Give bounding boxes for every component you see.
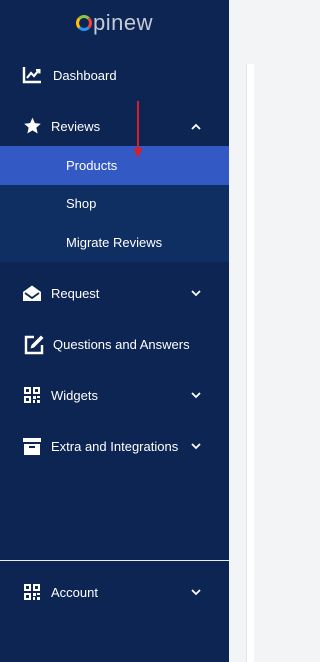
- edit-square-icon: [23, 333, 45, 355]
- envelope-open-icon: [21, 282, 43, 304]
- submenu-item-migrate-reviews[interactable]: Migrate Reviews: [0, 223, 229, 262]
- sidebar-item-label: Request: [51, 285, 100, 301]
- sidebar: pinew Dashboard Reviews Products Shop Mi…: [0, 0, 229, 662]
- sidebar-item-account[interactable]: Account: [0, 575, 229, 609]
- sidebar-item-extra-and-integrations[interactable]: Extra and Integrations: [0, 429, 229, 463]
- submenu-item-label: Shop: [66, 196, 97, 211]
- qr-code-icon: [21, 581, 43, 603]
- chart-line-icon: [21, 64, 43, 86]
- qr-code-icon: [21, 384, 43, 406]
- chevron-down-icon: [189, 439, 203, 453]
- sidebar-item-label: Reviews: [51, 118, 101, 134]
- chevron-down-icon: [189, 286, 203, 300]
- brand-logo[interactable]: pinew: [0, 0, 229, 46]
- logo-text: pinew: [93, 10, 153, 35]
- chevron-up-icon: [189, 119, 203, 133]
- submenu-item-shop[interactable]: Shop: [0, 184, 229, 223]
- sidebar-divider: [0, 560, 229, 561]
- sidebar-item-widgets[interactable]: Widgets: [0, 378, 229, 412]
- chevron-down-icon: [189, 585, 203, 599]
- sidebar-item-dashboard[interactable]: Dashboard: [0, 58, 229, 92]
- star-icon: [21, 115, 43, 137]
- chevron-down-icon: [189, 388, 203, 402]
- sidebar-item-request[interactable]: Request: [0, 276, 229, 310]
- content-card-edge: [246, 64, 254, 662]
- sidebar-item-label: Dashboard: [53, 67, 117, 83]
- sidebar-item-label: Account: [51, 584, 98, 600]
- sidebar-item-label: Questions and Answers: [53, 336, 190, 352]
- submenu-item-label: Migrate Reviews: [66, 235, 163, 250]
- reviews-submenu: Products Shop Migrate Reviews: [0, 146, 229, 262]
- sidebar-item-label: Widgets: [51, 387, 98, 403]
- submenu-item-products[interactable]: Products: [0, 146, 229, 185]
- logo-ring-icon: [76, 15, 92, 31]
- sidebar-item-reviews[interactable]: Reviews: [0, 109, 229, 143]
- submenu-item-label: Products: [66, 158, 118, 173]
- archive-box-icon: [21, 435, 43, 457]
- sidebar-item-label: Extra and Integrations: [51, 438, 179, 454]
- sidebar-item-questions-and-answers[interactable]: Questions and Answers: [0, 327, 229, 361]
